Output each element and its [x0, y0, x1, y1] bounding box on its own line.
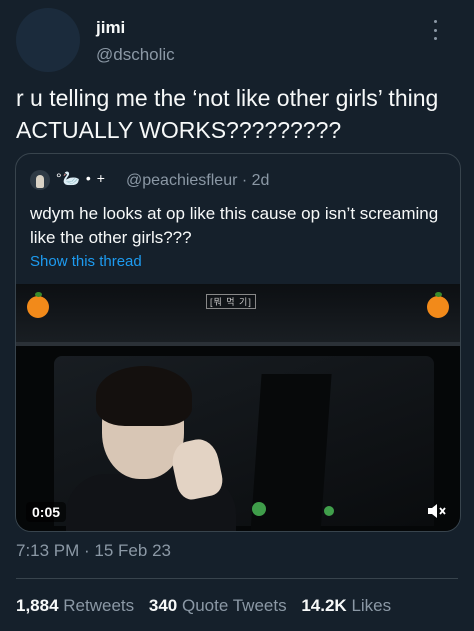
- retweets-stat[interactable]: 1,884 Retweets: [16, 596, 134, 615]
- mute-icon[interactable]: [426, 502, 448, 520]
- person-hair: [96, 366, 192, 426]
- quoted-avatar[interactable]: [30, 170, 50, 190]
- video-player[interactable]: [뭐 먹 기] 0:05: [16, 284, 460, 531]
- light-glint: [324, 506, 334, 516]
- retweets-count: 1,884: [16, 596, 59, 615]
- orange-emoji-icon: [427, 292, 449, 318]
- likes-stat[interactable]: 14.2K Likes: [301, 596, 391, 615]
- engagement-stats: 1,884 Retweets 340 Quote Tweets 14.2K Li…: [16, 596, 401, 616]
- video-duration: 0:05: [26, 502, 67, 522]
- show-thread-link[interactable]: Show this thread: [30, 253, 142, 270]
- quoted-display-name: °🦢 • +: [56, 170, 106, 186]
- quoted-handle: @peachiesfleur · 2d: [126, 172, 270, 189]
- author-handle[interactable]: @dscholic: [96, 45, 175, 65]
- author-name[interactable]: jimi: [96, 18, 125, 38]
- quoted-text: wdym he looks at op like this cause op i…: [30, 204, 439, 247]
- retweets-label: Retweets: [63, 596, 135, 615]
- car-window-frame: [16, 342, 460, 346]
- quotes-stat[interactable]: 340 Quote Tweets: [149, 596, 287, 615]
- tweet-timestamp[interactable]: 7:13 PM · 15 Feb 23: [16, 541, 171, 561]
- divider: [16, 578, 458, 579]
- video-sign-text: [뭐 먹 기]: [206, 294, 256, 309]
- quoted-tweet[interactable]: °🦢 • + @peachiesfleur · 2d wdym he looks…: [15, 153, 461, 532]
- quotes-label: Quote Tweets: [182, 596, 287, 615]
- light-glint: [252, 502, 266, 516]
- quotes-count: 340: [148, 596, 178, 615]
- likes-label: Likes: [351, 596, 392, 615]
- more-options-icon[interactable]: [432, 20, 438, 40]
- likes-count: 14.2K: [301, 596, 347, 615]
- tweet-text: r u telling me the ‘not like other girls…: [16, 85, 439, 143]
- author-avatar[interactable]: [16, 8, 80, 72]
- orange-emoji-icon: [27, 292, 49, 318]
